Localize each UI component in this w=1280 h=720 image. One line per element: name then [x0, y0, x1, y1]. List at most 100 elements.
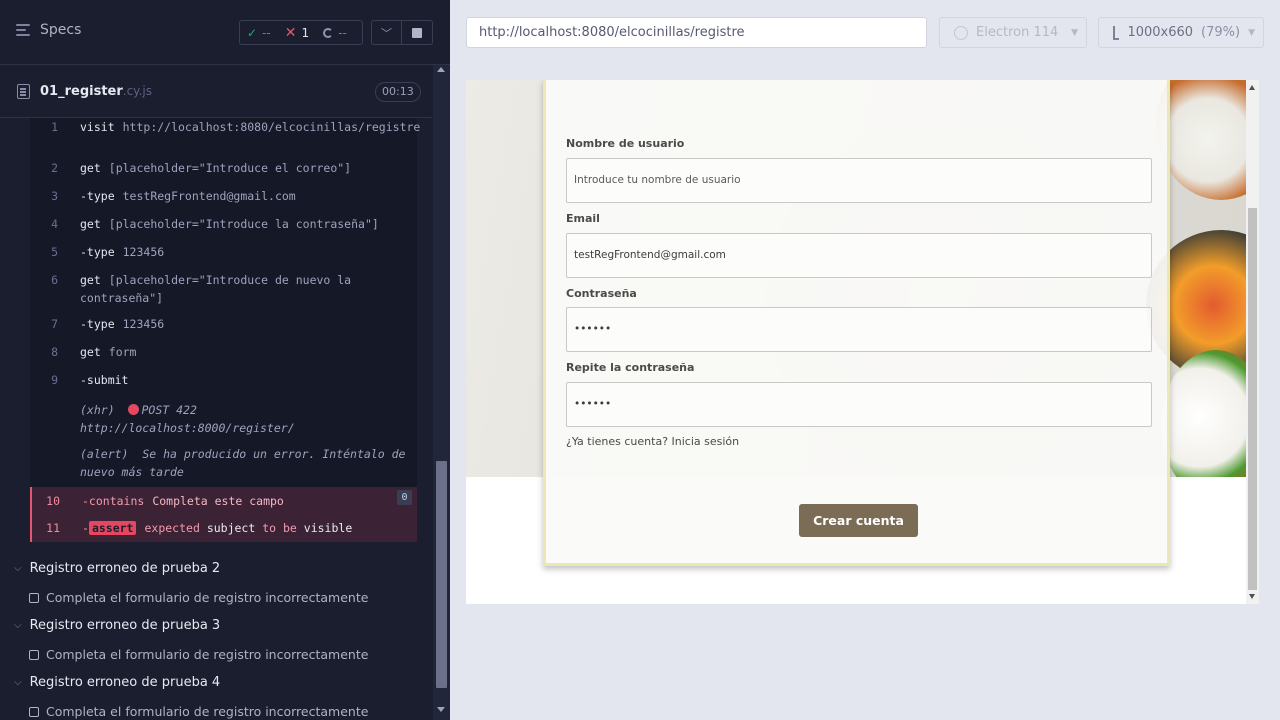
reporter-header: Specs ✓ -- ✕ 1 -- ﹀	[0, 0, 450, 65]
command-text: -submit	[80, 373, 129, 387]
command-number: 6	[51, 273, 58, 287]
command-number: 9	[51, 373, 58, 387]
repeat-password-label: Repite la contraseña	[566, 361, 695, 374]
command-list: 1 visit http://localhost:8080/elcocinilla…	[30, 118, 421, 542]
command-text: -contains Completa este campo	[82, 494, 284, 508]
scroll-up-arrow-icon[interactable]	[437, 67, 445, 72]
command-row[interactable]: 5 -type 123456	[30, 243, 417, 261]
test-title[interactable]: Completa el formulario de registro incor…	[29, 704, 368, 719]
spec-duration: 00:13	[375, 82, 421, 102]
command-number: 11	[46, 521, 60, 535]
specs-button[interactable]: Specs	[16, 22, 81, 38]
repeat-password-input[interactable]: ••••••	[566, 382, 1152, 427]
suite-title[interactable]: ⌵ Registro erroneo de prueba 4	[14, 675, 220, 690]
register-form-card: Nombre de usuario Introduce tu nombre de…	[543, 80, 1170, 566]
command-number: 2	[51, 161, 58, 175]
chevron-down-icon: ⌵	[14, 563, 22, 574]
command-number: 5	[51, 245, 58, 259]
spec-file-ext: .cy.js	[122, 84, 152, 98]
pending-stat: --	[316, 26, 354, 40]
passed-stat: ✓ --	[240, 26, 278, 40]
email-input[interactable]: testRegFrontend@gmail.com	[566, 233, 1152, 278]
stop-button[interactable]	[402, 20, 433, 45]
browser-selector[interactable]: Electron 114 ▼	[939, 17, 1087, 48]
pending-test-icon	[29, 592, 39, 603]
password-input[interactable]: ••••••	[566, 307, 1152, 352]
failed-command-row[interactable]: 10 -contains Completa este campo 0	[30, 487, 417, 515]
pending-test-icon	[29, 706, 39, 717]
command-row[interactable]: 1 visit http://localhost:8080/elcocinilla…	[30, 118, 421, 154]
chevron-down-icon: ⌵	[14, 620, 22, 631]
app-scroll-thumb[interactable]	[1248, 208, 1257, 590]
command-row[interactable]: 4 get [placeholder="Introduce la contrase…	[30, 215, 417, 233]
command-row[interactable]: 2 get [placeholder="Introduce el correo"]	[30, 159, 417, 177]
file-icon	[17, 84, 30, 99]
command-row[interactable]: 8 get form	[30, 343, 417, 361]
command-text: get [placeholder="Introduce el correo"]	[80, 161, 352, 175]
command-log-panel: Specs ✓ -- ✕ 1 -- ﹀ 01_register.cy.js 00:1…	[0, 0, 450, 720]
scroll-down-arrow-icon[interactable]	[1249, 594, 1255, 599]
command-row[interactable]: 9 -submit	[30, 371, 417, 389]
email-label: Email	[566, 212, 600, 225]
menu-icon	[16, 24, 32, 36]
scroll-down-arrow-icon[interactable]	[437, 707, 445, 712]
command-text: get [placeholder="Introduce la contraseña…	[80, 217, 379, 231]
command-text: -type 123456	[80, 245, 165, 259]
reporter-scroll-thumb[interactable]	[436, 461, 447, 688]
command-row[interactable]: 7 -type 123456	[30, 315, 417, 333]
test-stats: ✓ -- ✕ 1 --	[239, 20, 363, 45]
specs-label: Specs	[40, 22, 82, 38]
command-row[interactable]: 6 get [placeholder="Introduce de nuevo la…	[30, 271, 417, 307]
suite-title[interactable]: ⌵ Registro erroneo de prueba 3	[14, 618, 220, 633]
command-number: 3	[51, 189, 58, 203]
login-link[interactable]: ¿Ya tienes cuenta? Inicia sesión	[566, 435, 739, 448]
command-number: 10	[46, 494, 60, 508]
pending-count: --	[338, 25, 347, 40]
collapse-chevron-button[interactable]: ﹀	[371, 20, 402, 45]
username-label: Nombre de usuario	[566, 137, 685, 150]
xhr-log-text: (xhr) POST 422 http://localhost:8000/regi…	[80, 403, 295, 435]
chevron-down-icon: ▼	[1071, 27, 1078, 38]
test-title[interactable]: Completa el formulario de registro incor…	[29, 647, 368, 662]
stop-icon	[412, 27, 422, 38]
command-row[interactable]: 3 -type testRegFrontend@gmail.com	[30, 187, 417, 205]
viewport-selector[interactable]: 1000x660 (79%) ▼	[1098, 17, 1264, 48]
create-account-button[interactable]: Crear cuenta	[799, 504, 918, 537]
xhr-log-row[interactable]: (xhr) POST 422 http://localhost:8000/regi…	[30, 401, 417, 437]
command-text: get [placeholder="Introduce de nuevo la c…	[80, 273, 352, 305]
passed-count: --	[262, 25, 271, 40]
command-number: 7	[51, 317, 58, 331]
alert-log-text: (alert) Se ha producido un error. Intént…	[80, 447, 406, 479]
error-dot-icon	[128, 404, 140, 415]
command-text: get form	[80, 345, 137, 359]
command-text: - assert expected subject to be visible	[82, 521, 353, 535]
browser-name: Electron 114	[976, 25, 1059, 40]
url-bar[interactable]: http://localhost:8080/elcocinillas/regis…	[466, 17, 927, 48]
viewport-scale: (79%)	[1201, 25, 1241, 40]
chevron-down-icon: ﹀	[381, 26, 392, 40]
x-icon: ✕	[284, 24, 297, 41]
browser-icon	[954, 25, 968, 40]
command-number: 1	[51, 120, 58, 134]
pending-test-icon	[29, 649, 39, 660]
viewport-size: 1000x660	[1127, 25, 1194, 40]
app-preview: Nombre de usuario Introduce tu nombre de…	[466, 80, 1259, 604]
command-text: -type 123456	[80, 317, 165, 331]
command-text: -type testRegFrontend@gmail.com	[80, 189, 296, 203]
pending-icon	[323, 27, 334, 38]
chevron-down-icon: ⌵	[14, 677, 22, 688]
failed-stat: ✕ 1	[278, 25, 316, 41]
failed-command-row[interactable]: 11 - assert expected subject to be visible	[30, 515, 417, 542]
chevron-down-icon: ▼	[1248, 27, 1255, 38]
alert-log-row[interactable]: (alert) Se ha producido un error. Intént…	[30, 445, 417, 481]
test-title[interactable]: Completa el formulario de registro incor…	[29, 590, 368, 605]
command-number: 8	[51, 345, 58, 359]
suite-title[interactable]: ⌵ Registro erroneo de prueba 2	[14, 561, 220, 576]
username-input[interactable]: Introduce tu nombre de usuario	[566, 158, 1152, 203]
scroll-up-arrow-icon[interactable]	[1249, 85, 1255, 90]
check-icon: ✓	[247, 25, 258, 40]
spec-file-name: 01_register.cy.js	[40, 84, 152, 99]
command-text: visit http://localhost:8080/elcocinillas/…	[80, 120, 421, 134]
failed-count: 1	[301, 25, 310, 40]
spec-file-header: 01_register.cy.js 00:13	[0, 66, 432, 118]
